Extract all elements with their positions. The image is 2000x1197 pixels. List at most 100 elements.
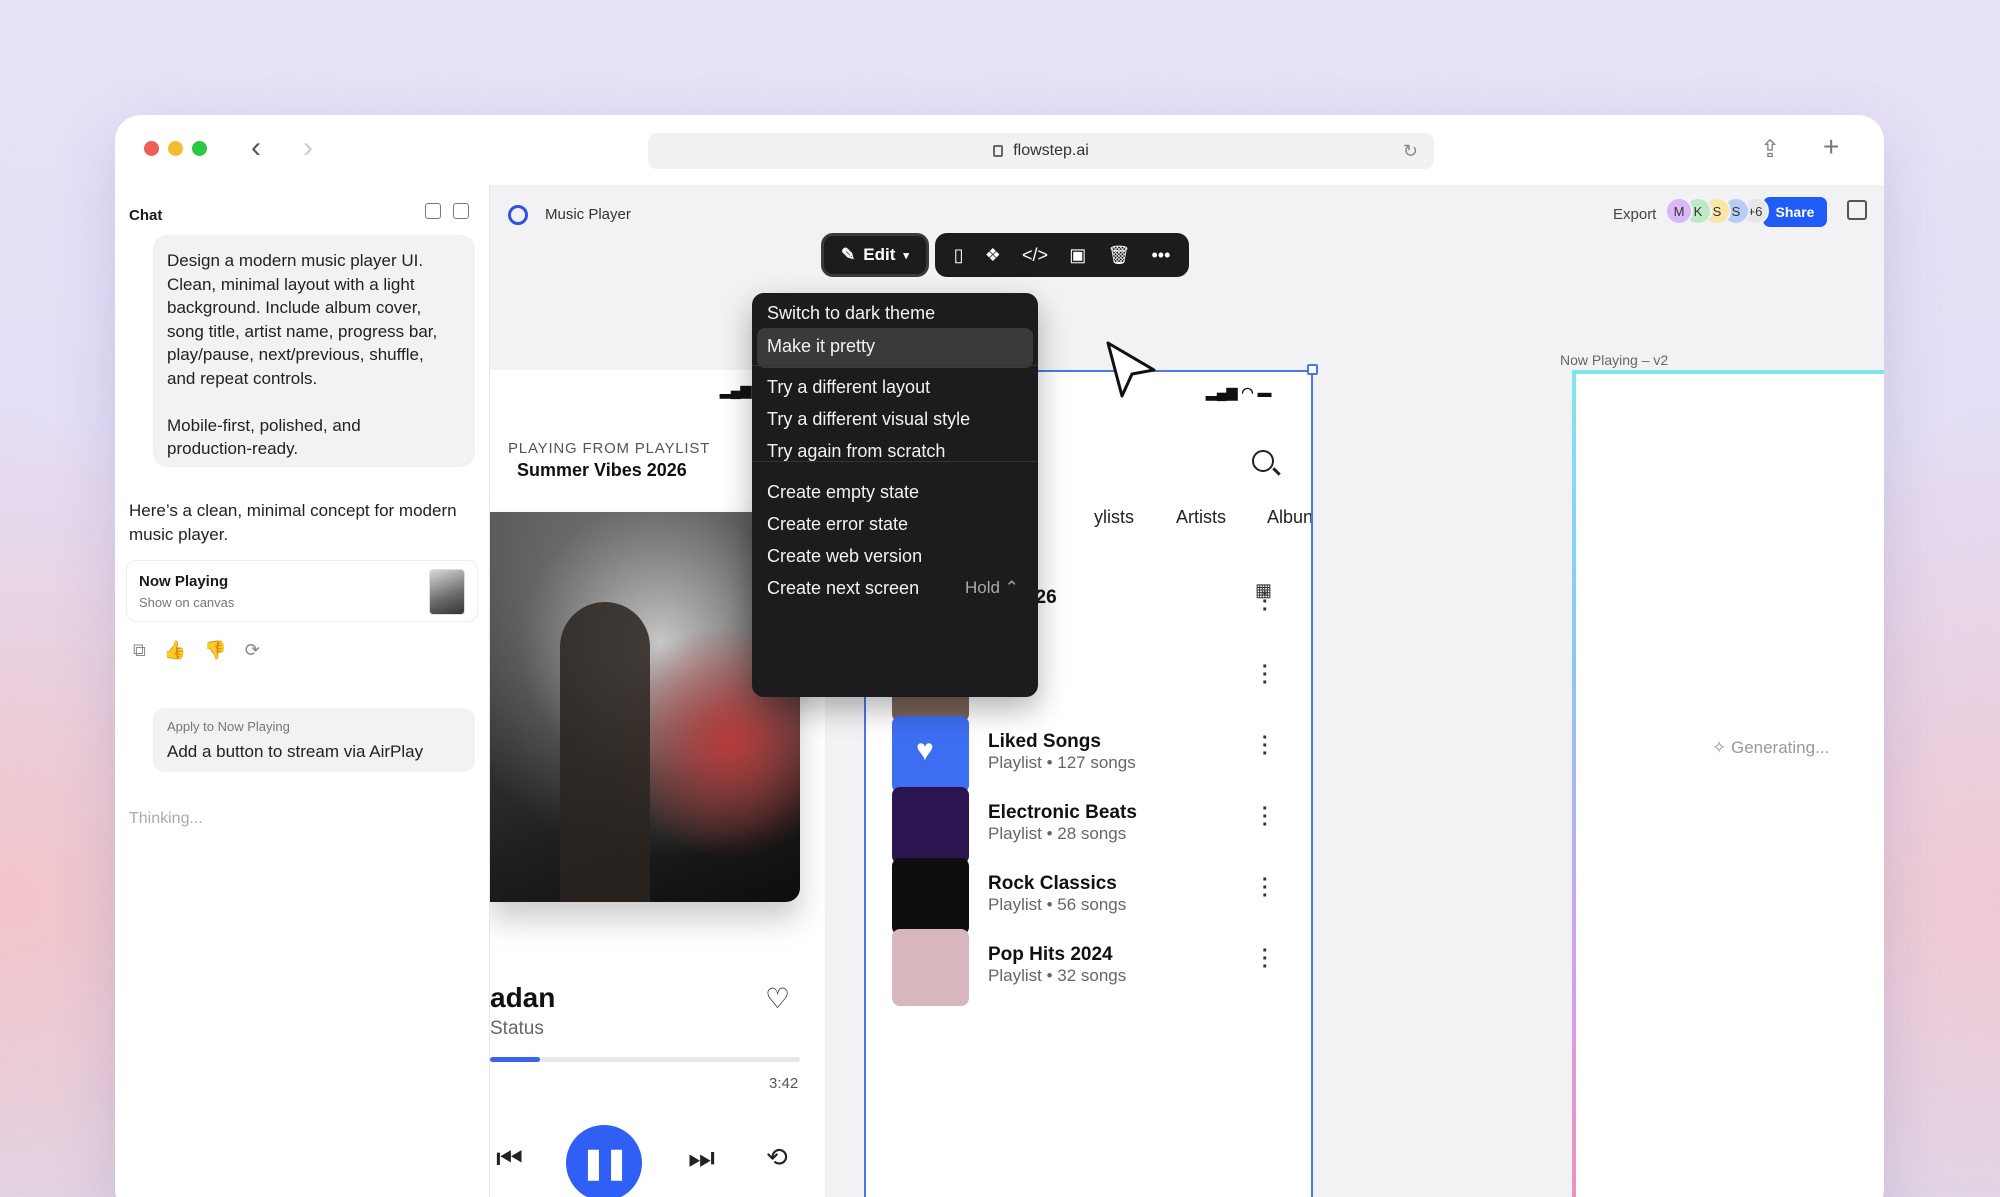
browser-window: ‹ › flowstep.ai ↻ ⇪ + Chat Design a mode… <box>115 115 1884 1197</box>
tab-artists[interactable]: Artists <box>1176 507 1226 528</box>
row-more-icon[interactable]: · · · <box>1262 728 1269 764</box>
duration-label: 3:42 <box>769 1075 799 1092</box>
generating-status: ✧ Generating... <box>1712 738 1829 758</box>
screen-toolbar: ▯ ❖ </> ▣ 🗑 ••• <box>935 233 1189 277</box>
menu-item[interactable]: Make it pretty <box>757 328 1033 368</box>
status-bar-icons: ▂▄▆ ◠ ▬ <box>1206 384 1272 400</box>
new-tab-icon[interactable]: + <box>1823 131 1839 163</box>
library-row[interactable]: Pop Hits 2024 Playlist • 32 songs · · · <box>892 929 1292 1007</box>
song-title: adan <box>490 982 556 1013</box>
menu-item[interactable]: Create next screen <box>767 578 919 599</box>
prompt-line <box>167 390 461 414</box>
figma-icon[interactable]: ❖ <box>985 245 1001 266</box>
row-title: Rock Classics <box>988 873 1117 894</box>
playing-from-label: PLAYING FROM PLAYLIST <box>508 440 711 457</box>
reload-icon[interactable]: ↻ <box>1403 141 1418 162</box>
prompt-line: Design a modern music player UI. <box>167 251 424 270</box>
now-playing-card[interactable]: Now Playing Show on canvas <box>126 560 478 622</box>
chevron-down-icon: ▾ <box>903 249 909 262</box>
thumbs-up-icon[interactable]: 👍 <box>164 640 186 661</box>
row-more-icon[interactable]: · · · <box>1262 584 1269 620</box>
maximize-window-button[interactable] <box>192 141 207 156</box>
image-icon[interactable]: ▣ <box>1069 245 1086 266</box>
search-icon[interactable] <box>1252 450 1274 472</box>
resize-handle[interactable] <box>1307 364 1318 375</box>
row-more-icon[interactable]: · · · <box>1262 657 1269 693</box>
row-artwork <box>892 929 969 1006</box>
library-row[interactable]: ♥ Liked Songs Playlist • 127 songs · · · <box>892 716 1292 794</box>
edit-dropdown-menu: Switch to dark theme Make it pretty Try a … <box>752 293 1038 697</box>
close-window-button[interactable] <box>144 141 159 156</box>
menu-item[interactable]: Create error state <box>767 514 908 535</box>
repeat-icon[interactable]: ⟲ <box>766 1142 788 1173</box>
artist-name: Status <box>490 1018 544 1039</box>
menu-item[interactable]: Switch to dark theme <box>767 303 935 324</box>
share-button[interactable]: Share <box>1763 197 1827 227</box>
row-title: Pop Hits 2024 <box>988 944 1113 965</box>
device-icon[interactable]: ▯ <box>954 245 964 266</box>
row-more-icon[interactable]: · · · <box>1262 870 1269 906</box>
trash-icon[interactable]: 🗑 <box>1107 245 1130 266</box>
menu-item[interactable]: Try a different layout <box>767 377 930 398</box>
thumbs-down-icon[interactable]: 👎 <box>204 640 226 661</box>
card-title: Now Playing <box>139 573 229 590</box>
menu-item[interactable]: Try a different visual style <box>767 409 970 430</box>
copy-icon[interactable]: ⧉ <box>133 640 146 661</box>
app-logo-icon[interactable] <box>508 205 528 225</box>
url-text: flowstep.ai <box>1013 142 1089 159</box>
title-bar: ‹ › flowstep.ai ↻ ⇪ + <box>115 115 1884 185</box>
generating-frame[interactable] <box>1572 370 1884 1197</box>
generating-text: Generating... <box>1730 738 1830 757</box>
row-artwork <box>892 858 969 935</box>
message-actions: ⧉ 👍 👎 ⟳ <box>133 640 260 661</box>
row-title: Electronic Beats <box>988 802 1137 823</box>
sidebar-toggle-icon[interactable] <box>453 203 469 219</box>
prompt-line: Clean, minimal layout with a light <box>167 274 415 294</box>
apply-text: Add a button to stream via AirPlay <box>167 742 424 761</box>
menu-item[interactable]: Try again from scratch <box>767 441 945 462</box>
forward-icon[interactable]: › <box>303 133 313 163</box>
row-more-icon[interactable]: · · · <box>1262 941 1269 977</box>
address-bar[interactable]: flowstep.ai ↻ <box>648 133 1434 169</box>
mouse-cursor-icon <box>1106 341 1156 398</box>
heart-icon: ♥ <box>916 734 934 767</box>
pause-button[interactable]: ❚❚ <box>566 1125 642 1197</box>
panel-toggle-icon[interactable] <box>1847 200 1867 220</box>
apply-label: Apply to Now Playing <box>167 719 290 734</box>
menu-item[interactable]: Create empty state <box>767 482 919 503</box>
design-canvas[interactable]: Music Player Export MKSS+6 Share ▂▄▆ ◠ ▬… <box>489 185 1884 1197</box>
row-artwork <box>892 787 969 864</box>
heart-icon[interactable]: ♡ <box>765 982 790 1015</box>
assistant-reply: Here’s a clean, minimal concept for mode… <box>129 501 457 544</box>
progress-bar[interactable] <box>490 1057 800 1062</box>
lock-icon <box>993 145 1004 157</box>
previous-icon[interactable]: ⏮ <box>496 1142 523 1176</box>
library-row[interactable]: Rock Classics Playlist • 56 songs · · · <box>892 858 1292 936</box>
back-icon[interactable]: ‹ <box>251 133 261 163</box>
edit-button[interactable]: ✎ Edit ▾ <box>821 233 929 277</box>
playlist-name: Summer Vibes 2026 <box>517 460 687 480</box>
library-row[interactable]: Electronic Beats Playlist • 28 songs · · · <box>892 787 1292 865</box>
project-title[interactable]: Music Player <box>545 206 631 223</box>
more-icon[interactable]: ••• <box>1151 245 1170 266</box>
menu-item[interactable]: Create web version <box>767 546 922 567</box>
row-more-icon[interactable]: · · · <box>1262 799 1269 835</box>
prompt-line: and repeat controls. <box>167 368 318 388</box>
row-subtitle: Playlist • 32 songs <box>988 966 1127 985</box>
next-icon[interactable]: ⏭ <box>688 1142 715 1176</box>
hold-hint: Hold ⌃ <box>965 578 1019 597</box>
tab-albums[interactable]: Albun <box>1267 507 1311 528</box>
prompt-line: song title, artist name, progress bar, <box>167 321 438 341</box>
share-icon[interactable]: ⇪ <box>1760 135 1780 164</box>
progress-fill <box>490 1057 540 1062</box>
regenerate-icon[interactable]: ⟳ <box>245 640 260 661</box>
tab-playlists[interactable]: ylists <box>1094 507 1134 528</box>
edit-label: Edit <box>863 245 896 264</box>
avatar[interactable]: M <box>1665 197 1693 225</box>
code-icon[interactable]: </> <box>1022 245 1048 266</box>
prompt-line: background. Include album cover, <box>167 298 422 317</box>
new-chat-icon[interactable] <box>425 203 441 219</box>
minimize-window-button[interactable] <box>168 141 183 156</box>
user-prompt-bubble: Design a modern music player UI. Clean, m… <box>153 235 475 467</box>
export-button[interactable]: Export <box>1613 206 1656 223</box>
